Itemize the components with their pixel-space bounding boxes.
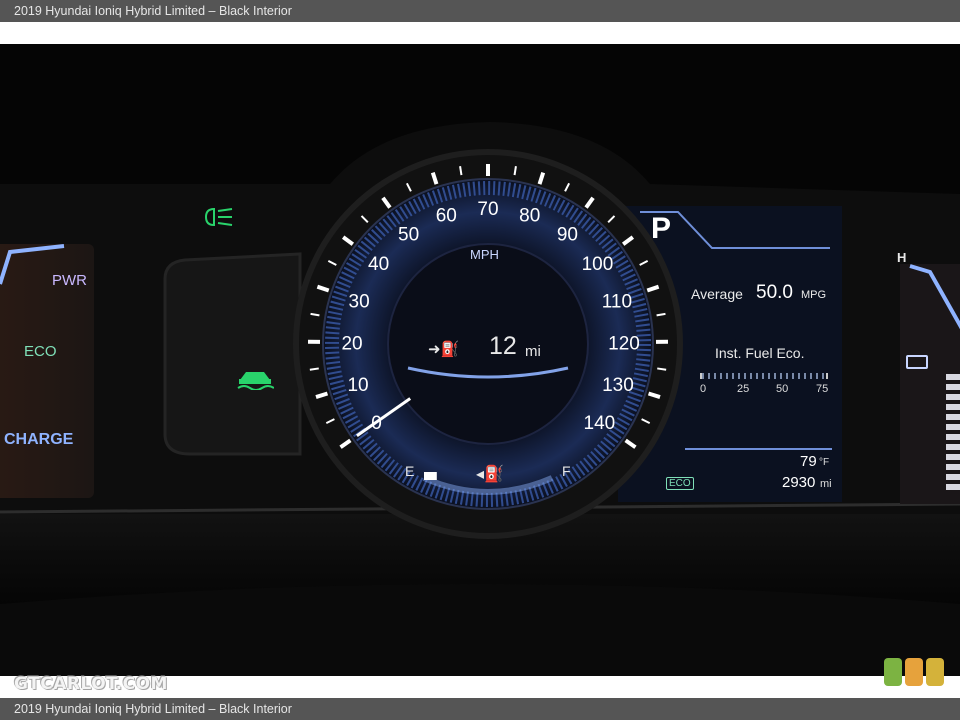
speed-label: 20 xyxy=(341,333,362,354)
average-unit: MPG xyxy=(801,289,827,301)
speed-label: 140 xyxy=(584,413,616,434)
speed-tick xyxy=(459,166,463,176)
inst-fuel-eco-label: Inst. Fuel Eco. xyxy=(715,345,805,361)
fuel-full-label: F xyxy=(562,463,571,479)
speed-label: 10 xyxy=(347,375,368,396)
average-label: Average xyxy=(691,286,743,302)
brand-square-yellow xyxy=(926,658,944,686)
speed-label: 30 xyxy=(349,292,370,313)
dashboard-photo: 0 10 20 30 40 50 60 70 80 90100 110 120 130 140 PWR E… xyxy=(0,44,960,676)
temp-bar xyxy=(946,484,960,490)
speed-label: 120 xyxy=(608,333,640,354)
average-value: 50.0 xyxy=(756,282,793,303)
fuel-level-bar xyxy=(424,472,437,480)
instrument-cluster: 0 10 20 30 40 50 60 70 80 90100 110 120 130 140 xyxy=(0,44,960,676)
eco-label: ECO xyxy=(24,343,57,360)
range-value: 12 xyxy=(489,332,517,360)
caption-text: 2019 Hyundai Ioniq Hybrid Limited – Blac… xyxy=(14,702,292,716)
temp-bar xyxy=(946,414,960,420)
inst-fuel-eco-scale: 0 25 50 75 xyxy=(700,369,829,397)
traction-control-icon xyxy=(237,372,274,390)
temp-bar xyxy=(946,434,960,440)
scale-0: 0 xyxy=(700,383,707,395)
pwr-label: PWR xyxy=(52,272,87,289)
range-unit: mi xyxy=(525,343,541,360)
temp-bar xyxy=(946,394,960,400)
speed-label: 60 xyxy=(436,206,457,227)
eco-badge: ECO xyxy=(666,477,694,490)
speed-tick xyxy=(657,367,667,371)
gear-indicator: P xyxy=(651,212,672,245)
speed-label: 90 xyxy=(557,225,578,246)
speed-label: 70 xyxy=(477,199,498,220)
odometer-unit: mi xyxy=(820,478,832,490)
scale-50: 50 xyxy=(776,383,789,395)
speed-label: 40 xyxy=(368,254,389,275)
temp-bar xyxy=(946,424,960,430)
brand-square-green xyxy=(884,658,902,686)
temp-bar xyxy=(946,464,960,470)
temp-bar xyxy=(946,374,960,380)
speed-tick xyxy=(513,166,517,176)
temp-bar xyxy=(946,454,960,460)
temp-hot-label: H xyxy=(897,250,907,265)
battery-icon xyxy=(906,355,928,369)
speed-label: 50 xyxy=(398,225,419,246)
speed-unit-label: MPH xyxy=(470,247,499,262)
caption-bar-top: 2019 Hyundai Ioniq Hybrid Limited – Blac… xyxy=(0,0,960,22)
scale-25: 25 xyxy=(737,383,750,395)
speed-label: 110 xyxy=(602,292,632,313)
temp-bar xyxy=(946,474,960,480)
caption-bar-bottom: 2019 Hyundai Ioniq Hybrid Limited – Blac… xyxy=(0,698,960,720)
brand-square-orange xyxy=(905,658,923,686)
speed-label: 130 xyxy=(602,375,634,396)
speed-tick xyxy=(309,367,319,371)
fuel-gauge-pump-icon: ◂⛽ xyxy=(476,466,504,483)
fuel-pump-icon: ➜⛽ xyxy=(428,341,460,358)
caption-text: 2019 Hyundai Ioniq Hybrid Limited – Blac… xyxy=(14,4,292,18)
charge-label: CHARGE xyxy=(4,431,74,448)
watermark: GTCARLOT.COM xyxy=(14,674,168,694)
fuel-empty-label: E xyxy=(405,463,415,479)
temperature-unit: °F xyxy=(819,457,830,468)
speed-label: 100 xyxy=(582,254,614,275)
speed-label: 80 xyxy=(519,206,540,227)
temp-bar xyxy=(946,404,960,410)
temp-bar xyxy=(946,384,960,390)
outside-temperature: 79 xyxy=(800,453,817,470)
headlight-icon xyxy=(204,207,233,227)
odometer-value: 2930 xyxy=(782,474,816,491)
temp-bar xyxy=(946,444,960,450)
scale-75: 75 xyxy=(816,383,829,395)
